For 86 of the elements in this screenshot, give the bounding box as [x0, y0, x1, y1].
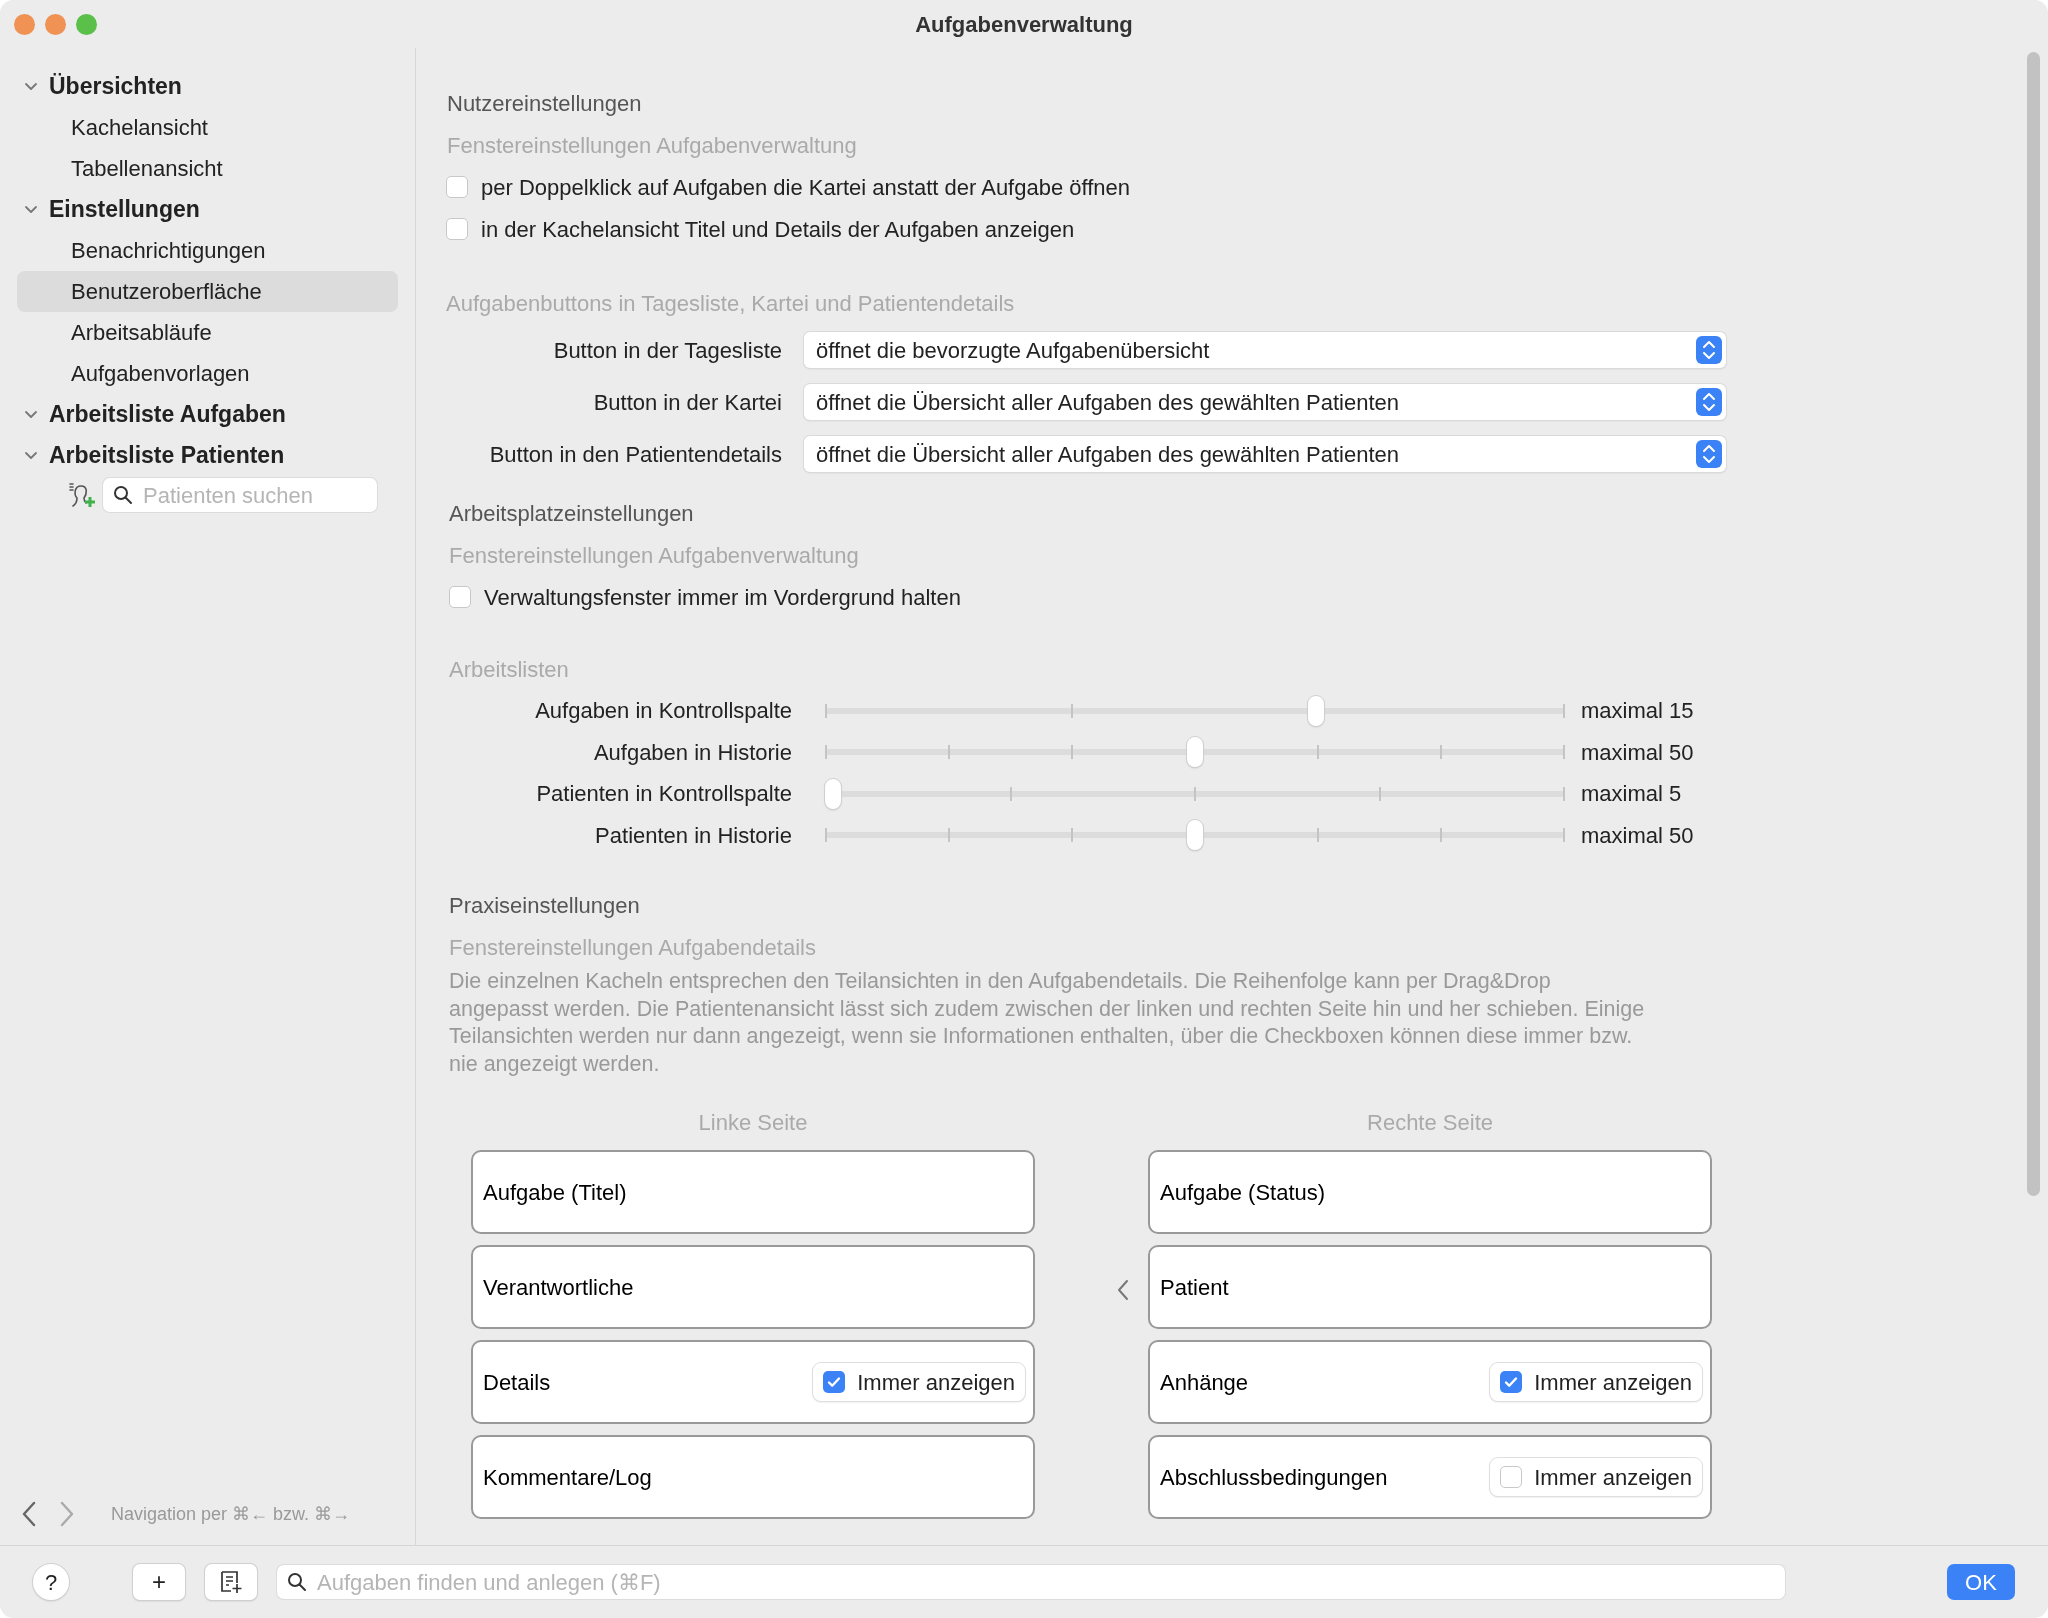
tile-label: Patient [1160, 1273, 1229, 1302]
chevron-left-icon[interactable] [1116, 1279, 1130, 1301]
section-title: Praxiseinstellungen [449, 891, 641, 920]
checkbox-label: Immer anzeigen [1534, 1368, 1692, 1397]
checkbox[interactable] [1500, 1371, 1523, 1393]
tile-label: Aufgabe (Status) [1160, 1178, 1326, 1207]
slider-label: Patienten in Historie [594, 821, 792, 850]
help-button[interactable]: ? [33, 1564, 69, 1600]
add-person-icon[interactable] [67, 480, 97, 510]
checkbox[interactable] [446, 176, 468, 198]
slider-thumb[interactable] [1187, 737, 1203, 768]
section-title: Nutzereinstellungen [446, 89, 643, 118]
checkbox-label: in der Kachelansicht Titel und Details der Aufgaben anzeigen [481, 215, 1075, 244]
checkbox[interactable] [449, 586, 471, 608]
slider-reading: maximal 50 [1581, 821, 1694, 850]
zoom-button[interactable] [76, 14, 97, 35]
sidebar-item[interactable]: Aufgabenvorlagen [17, 353, 398, 394]
tile[interactable]: Verantwortliche [471, 1245, 1035, 1329]
close-button[interactable] [14, 14, 35, 35]
navigation-hint: Navigation per ⌘← bzw. ⌘→ [111, 1502, 351, 1526]
search-icon [287, 1572, 307, 1592]
tile-label: Verantwortliche [483, 1273, 634, 1302]
tile[interactable]: Kommentare/Log [471, 1435, 1035, 1519]
tile-label: Aufgabe (Titel) [483, 1178, 627, 1207]
minimize-button[interactable] [45, 14, 66, 35]
tile-label: Abschlussbedingungen [1160, 1463, 1388, 1492]
section-title: Arbeitsplatzeinstellungen [449, 499, 695, 528]
note-add-icon [218, 1569, 244, 1595]
tile-label: Details [483, 1368, 551, 1397]
window-title: Aufgabenverwaltung [915, 10, 1133, 39]
new-note-button[interactable] [205, 1564, 257, 1600]
scrollbar[interactable] [2027, 52, 2040, 1196]
tile[interactable]: Aufgabe (Status) [1148, 1150, 1712, 1234]
ok-button[interactable]: OK [1947, 1564, 2015, 1600]
dropdown[interactable]: öffnet die Übersicht aller Aufgaben des gewählten Patienten [804, 384, 1726, 420]
slider-label: Aufgaben in Kontrollspalte [534, 697, 792, 726]
slider-thumb[interactable] [1307, 695, 1324, 726]
section-subtitle: Fenstereinstellungen Aufgabenverwaltung [446, 131, 858, 160]
checkbox[interactable] [823, 1371, 846, 1393]
tile[interactable]: Abschlussbedingungen Immer anzeigen [1148, 1435, 1712, 1519]
tile-label: Kommentare/Log [483, 1463, 652, 1492]
checkmark-icon [826, 1374, 843, 1390]
slider-label: Patienten in Kontrollspalte [535, 780, 792, 809]
sidebar-group[interactable]: Einstellungen [49, 192, 200, 227]
stepper-icon [1696, 440, 1722, 468]
stepper-icon [1696, 336, 1722, 364]
checkbox-label: Immer anzeigen [1534, 1463, 1692, 1492]
sidebar-group[interactable]: Arbeitsliste Aufgaben [49, 397, 286, 432]
section-subtitle: Fenstereinstellungen Aufgabenverwaltung [449, 541, 860, 570]
slider-reading: maximal 15 [1581, 697, 1694, 726]
tile[interactable]: Anhänge Immer anzeigen [1148, 1340, 1712, 1424]
stepper-icon [1696, 388, 1722, 416]
sidebar-item[interactable]: Arbeitsabläufe [17, 312, 398, 353]
section-subtitle: Aufgabenbuttons in Tagesliste, Kartei und Patientendetails [446, 289, 1016, 318]
dropdown[interactable]: öffnet die bevorzugte Aufgabenübersicht [804, 332, 1726, 368]
slider-label: Aufgaben in Historie [592, 738, 792, 767]
tile[interactable]: Details Immer anzeigen [471, 1340, 1035, 1424]
column-title: Linke Seite [697, 1109, 809, 1137]
add-button[interactable]: + [133, 1564, 185, 1600]
slider-reading: maximal 5 [1581, 780, 1682, 809]
sidebar-item[interactable]: Benachrichtigungen [17, 230, 398, 271]
checkmark-icon [1503, 1374, 1520, 1390]
slider-reading: maximal 50 [1581, 738, 1694, 767]
dropdown-label: Button in der Tagesliste [552, 336, 782, 365]
section-subtitle: Arbeitslisten [449, 655, 570, 684]
dropdown-label: Button in den Patientendetails [488, 440, 782, 469]
sidebar-item[interactable]: Tabellenansicht [17, 148, 398, 189]
section-subtitle: Fenstereinstellungen Aufgabendetails [449, 933, 817, 962]
checkbox[interactable] [446, 218, 468, 240]
checkbox[interactable] [1500, 1466, 1523, 1488]
checkbox-label: per Doppelklick auf Aufgaben die Kartei anstatt der Aufgabe öffnen [481, 173, 1131, 202]
sidebar-item[interactable]: Kachelansicht [17, 107, 398, 148]
sidebar-group[interactable]: Arbeitsliste Patienten [49, 438, 285, 473]
slider-thumb[interactable] [825, 778, 841, 809]
checkbox-label: Verwaltungsfenster immer im Vordergrund halten [484, 583, 961, 612]
dropdown[interactable]: öffnet die Übersicht aller Aufgaben des gewählten Patienten [804, 436, 1726, 472]
description-text: Die einzelnen Kacheln entsprechen den Teilansichten in den Aufgabendetails. Die Reihenfolge kann per Drag&Drop angepasst werden. Die Patientenansicht lässt sich zudem zwischen der linken und rechten Seite hin und her schieben. Einige Teilansichten werden nur dann angezeigt, wenn sie Informationen enthalten, über die Checkboxen können diese immer bzw. nie angezeigt werden. [449, 968, 1646, 1078]
tile-label: Anhänge [1160, 1368, 1249, 1397]
tile[interactable]: Aufgabe (Titel) [471, 1150, 1035, 1234]
column-title: Rechte Seite [1366, 1109, 1494, 1137]
sidebar-item[interactable]: Benutzeroberfläche [17, 271, 398, 312]
slider-thumb[interactable] [1187, 820, 1203, 851]
checkbox-label: Immer anzeigen [857, 1368, 1015, 1397]
dropdown-label: Button in der Kartei [592, 388, 782, 417]
search-icon [113, 485, 133, 505]
sidebar-group[interactable]: Übersichten [49, 69, 182, 104]
